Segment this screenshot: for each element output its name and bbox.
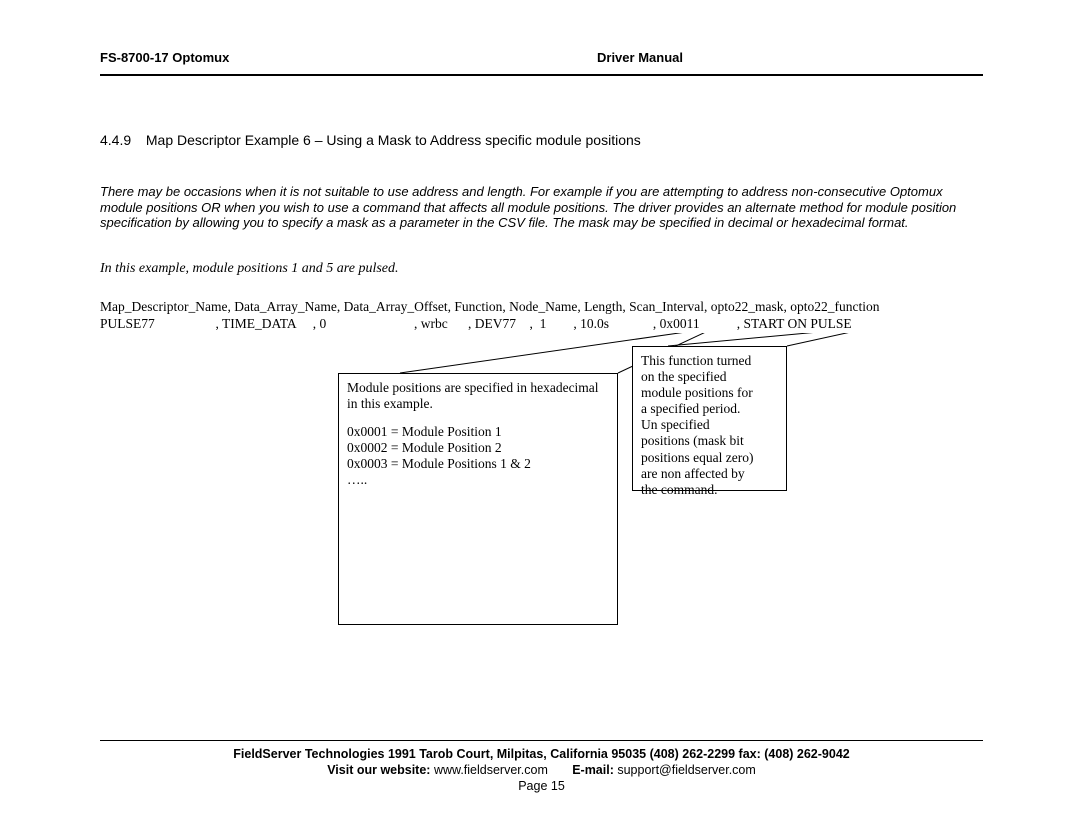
- callout1-line: Module positions are specified in hexade…: [347, 380, 609, 396]
- callout2-line: are non affected by: [641, 466, 778, 482]
- section-heading: 4.4.9 Map Descriptor Example 6 – Using a…: [100, 132, 983, 148]
- callout1-line: 0x0002 = Module Position 2: [347, 440, 609, 456]
- header-right: Driver Manual: [597, 50, 683, 65]
- page-footer: FieldServer Technologies 1991 Tarob Cour…: [100, 740, 983, 793]
- callout2-line: a specified period.: [641, 401, 778, 417]
- footer-page: Page 15: [100, 779, 983, 793]
- intro-paragraph: There may be occasions when it is not su…: [100, 184, 983, 231]
- callout2-line: module positions for: [641, 385, 778, 401]
- header-rule: [100, 74, 983, 76]
- callout2-line: positions equal zero): [641, 450, 778, 466]
- callout1-line: 0x0003 = Module Positions 1 & 2: [347, 456, 609, 472]
- footer-web: www.fieldserver.com: [434, 763, 548, 777]
- footer-email: support@fieldserver.com: [614, 763, 756, 777]
- callout-box-mask: Module positions are specified in hexade…: [338, 373, 618, 625]
- footer-address: FieldServer Technologies 1991 Tarob Cour…: [233, 747, 849, 761]
- page-header: FS-8700-17 Optomux Driver Manual: [100, 50, 983, 70]
- csv-header-row: Map_Descriptor_Name, Data_Array_Name, Da…: [100, 299, 880, 314]
- callout-box-function: This function turned on the specified mo…: [632, 346, 787, 491]
- footer-rule: [100, 740, 983, 741]
- callout1-line: 0x0001 = Module Position 1: [347, 424, 609, 440]
- footer-email-label: E-mail:: [572, 763, 614, 777]
- callout-area: Module positions are specified in hexade…: [100, 333, 983, 633]
- csv-data-row: PULSE77 , TIME_DATA , 0 , wrbc , DEV77 ,…: [100, 316, 852, 331]
- csv-example: Map_Descriptor_Name, Data_Array_Name, Da…: [100, 299, 983, 333]
- section-title-text: Map Descriptor Example 6 – Using a Mask …: [146, 132, 641, 148]
- callout1-line: …..: [347, 472, 609, 488]
- footer-web-label: Visit our website:: [327, 763, 434, 777]
- callout2-line: on the specified: [641, 369, 778, 385]
- header-left: FS-8700-17 Optomux: [100, 50, 229, 65]
- section-number: 4.4.9: [100, 132, 142, 148]
- callout2-line: the command.: [641, 482, 778, 498]
- example-note: In this example, module positions 1 and …: [100, 261, 983, 277]
- callout2-line: This function turned: [641, 353, 778, 369]
- callout1-line: in this example.: [347, 396, 609, 412]
- callout2-line: positions (mask bit: [641, 433, 778, 449]
- callout2-line: Un specified: [641, 417, 778, 433]
